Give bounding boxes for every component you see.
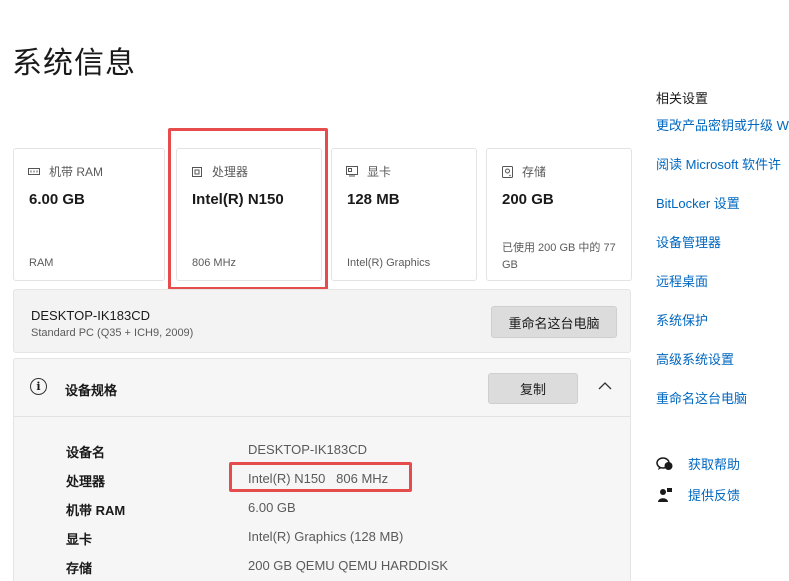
processor-icon — [191, 166, 203, 177]
storage-card-label: 存储 — [522, 165, 547, 179]
spec-label: 机带 RAM — [66, 503, 126, 518]
storage-icon — [501, 165, 513, 178]
spec-label: 存储 — [66, 561, 93, 576]
spec-value: DESKTOP-IK183CD — [248, 442, 367, 457]
display-icon — [346, 166, 358, 177]
give-feedback-link[interactable]: 提供反馈 — [656, 485, 740, 504]
storage-card-value: 200 GB — [502, 191, 554, 208]
storage-card: 存储 200 GB 已使用 200 GB 中的 77 GB — [486, 148, 632, 281]
spec-label: 显卡 — [66, 532, 93, 547]
processor-card-value: Intel(R) N150 — [192, 191, 284, 208]
ram-card-value: 6.00 GB — [29, 191, 85, 208]
system-protection-link[interactable]: 系统保护 — [656, 310, 708, 329]
ram-icon — [28, 167, 40, 177]
gpu-card-sub: Intel(R) Graphics — [347, 257, 431, 269]
page-title: 系统信息 — [12, 47, 136, 80]
gpu-card: 显卡 128 MB Intel(R) Graphics — [331, 148, 477, 281]
processor-card-label: 处理器 — [212, 165, 249, 179]
ram-card-label: 机带 RAM — [49, 165, 104, 179]
ram-card-sub: RAM — [29, 257, 54, 269]
device-model: Standard PC (Q35 + ICH9, 2009) — [31, 327, 194, 339]
change-product-key-link[interactable]: 更改产品密钥或升级 W — [656, 115, 789, 134]
info-icon: i — [30, 378, 47, 395]
get-help-label: 获取帮助 — [688, 457, 741, 472]
rename-pc-button[interactable]: 重命名这台电脑 — [491, 306, 617, 338]
chevron-up-icon[interactable] — [597, 378, 613, 394]
gpu-card-value: 128 MB — [347, 191, 400, 208]
spec-label: 设备名 — [66, 445, 106, 460]
device-name-bar: DESKTOP-IK183CD Standard PC (Q35 + ICH9,… — [13, 289, 631, 353]
spec-label: 处理器 — [66, 474, 106, 489]
get-help-link[interactable]: 获取帮助 — [656, 454, 740, 473]
bitlocker-settings-link[interactable]: BitLocker 设置 — [656, 193, 740, 212]
device-specs-header[interactable]: i 设备规格 复制 — [14, 359, 630, 417]
device-specs-panel: i 设备规格 复制 设备名 DESKTOP-IK183CD 处理器 Intel(… — [13, 358, 631, 581]
rename-pc-link[interactable]: 重命名这台电脑 — [656, 388, 747, 407]
spec-value: Intel(R) N150 806 MHz — [248, 471, 389, 486]
spec-value: Intel(R) Graphics (128 MB) — [248, 529, 404, 544]
read-license-terms-link[interactable]: 阅读 Microsoft 软件许 — [656, 154, 781, 173]
copy-button[interactable]: 复制 — [488, 373, 578, 404]
device-specs-title: 设备规格 — [65, 383, 118, 398]
gpu-card-label: 显卡 — [367, 165, 392, 179]
processor-card: 处理器 Intel(R) N150 806 MHz — [176, 148, 322, 281]
device-manager-link[interactable]: 设备管理器 — [656, 232, 721, 251]
remote-desktop-link[interactable]: 远程桌面 — [656, 271, 708, 290]
device-name: DESKTOP-IK183CD — [31, 308, 150, 323]
ram-card: 机带 RAM 6.00 GB RAM — [13, 148, 165, 281]
give-feedback-label: 提供反馈 — [688, 488, 741, 503]
storage-card-sub: 已使用 200 GB 中的 77 GB — [502, 242, 616, 271]
spec-value: 6.00 GB — [248, 500, 296, 515]
processor-card-sub: 806 MHz — [192, 257, 237, 269]
spec-value: 200 GB QEMU QEMU HARDDISK — [248, 558, 449, 573]
feedback-icon — [656, 486, 674, 504]
advanced-system-settings-link[interactable]: 高级系统设置 — [656, 349, 734, 368]
help-icon — [656, 455, 674, 473]
related-settings-title: 相关设置 — [656, 91, 709, 106]
